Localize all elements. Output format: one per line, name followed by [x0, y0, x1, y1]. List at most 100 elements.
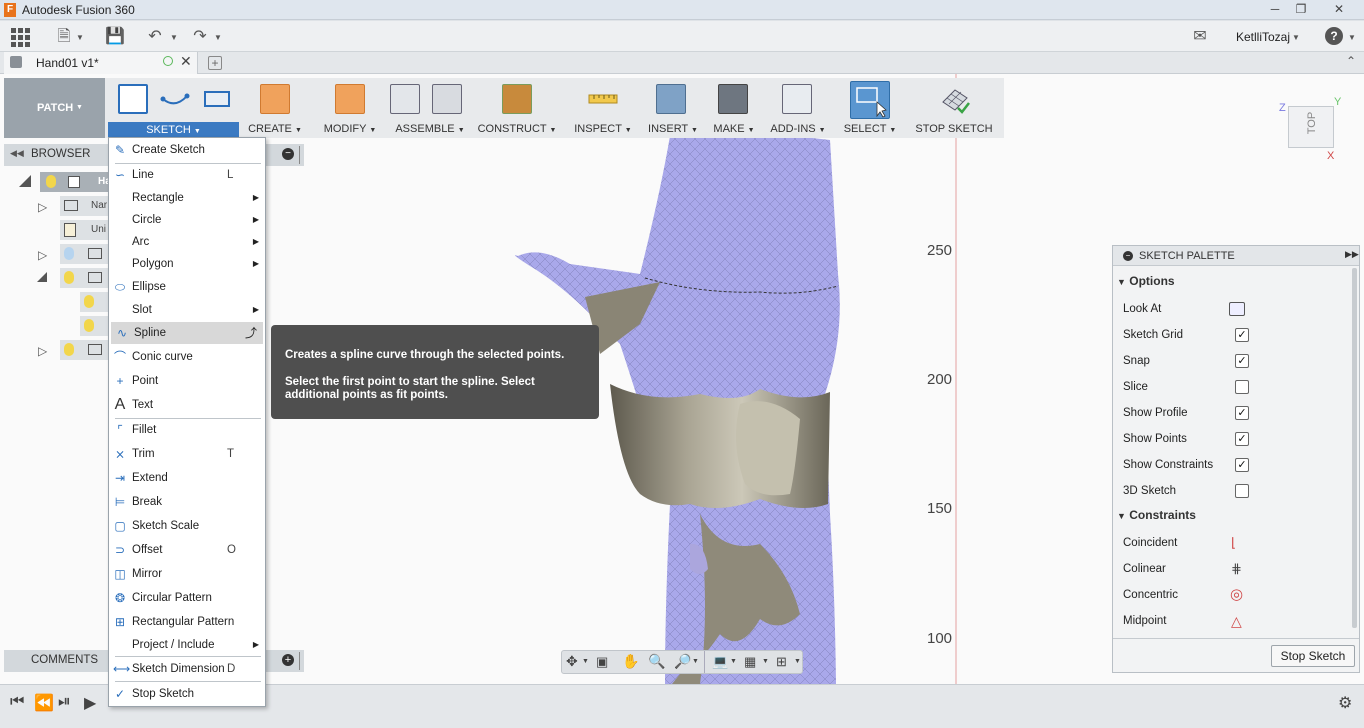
menu-item-point[interactable]: + Point — [109, 370, 265, 392]
notifications-icon[interactable]: ✉ — [1190, 27, 1210, 47]
collapse-caret-icon[interactable]: ⌃ — [1346, 54, 1356, 68]
display-dropdown-icon[interactable]: ▼ — [730, 658, 737, 665]
display-settings-icon[interactable]: 💻 — [712, 654, 728, 670]
stop-sketch-button[interactable]: Stop Sketch — [1271, 645, 1355, 667]
tree-row-root[interactable]: Ha — [40, 172, 111, 192]
step-back-icon[interactable]: ⏪ — [34, 693, 54, 713]
tree-row-named-views[interactable]: Nar — [60, 196, 108, 216]
menu-item-trim[interactable]: ⨯ Trim T — [109, 443, 265, 465]
workspace-switcher[interactable]: PATCH ▼ — [4, 78, 105, 138]
file-dropdown-icon[interactable]: ▼ — [76, 33, 84, 42]
sketch-group-label-bar[interactable]: SKETCH ▼ — [108, 122, 239, 138]
sketch-grid-checkbox[interactable]: ✓ — [1235, 328, 1249, 342]
save-icon[interactable]: 💾 — [105, 27, 125, 47]
pan-hand-icon[interactable]: ✋ — [622, 653, 639, 670]
coincident-icon[interactable]: ⌊ — [1231, 530, 1236, 556]
timeline-settings-gear-icon[interactable]: ⚙ — [1338, 693, 1352, 713]
menu-item-fillet[interactable]: ⌜ Fillet — [109, 419, 265, 441]
palette-header[interactable]: − SKETCH PALETTE ▶▶ — [1113, 246, 1359, 266]
palette-row-coincident[interactable]: Coincident ⌊ — [1123, 530, 1343, 556]
maximize-button[interactable]: ❐ — [1287, 0, 1315, 18]
go-to-start-icon[interactable]: ⏮ — [10, 693, 24, 711]
concentric-icon[interactable]: ◎ — [1230, 582, 1243, 608]
menu-item-break[interactable]: ⊨ Break — [109, 491, 265, 513]
visibility-bulb-icon[interactable] — [64, 343, 74, 356]
data-panel-grid-icon[interactable] — [10, 27, 30, 47]
grid-dropdown-icon[interactable]: ▼ — [762, 658, 769, 665]
document-tab[interactable]: Hand01 v1* ✕ — [4, 52, 198, 74]
visibility-bulb-icon[interactable] — [84, 295, 94, 308]
tree-expand-named-views-icon[interactable]: ▷ — [38, 200, 47, 214]
visibility-bulb-icon[interactable] — [64, 247, 74, 260]
menu-item-sketch-dimension[interactable]: ⟷ Sketch Dimension D — [109, 658, 265, 680]
help-icon[interactable]: ? — [1325, 27, 1343, 45]
redo-dropdown-icon[interactable]: ▼ — [214, 33, 222, 42]
menu-item-slot[interactable]: Slot ▶ — [109, 299, 265, 321]
midpoint-icon[interactable]: △ — [1231, 608, 1242, 634]
tree-expand-sketches-icon[interactable]: ▷ — [38, 344, 47, 358]
sketch-group[interactable]: SKETCH ▼ — [108, 78, 239, 138]
3d-sketch-checkbox[interactable] — [1235, 484, 1249, 498]
menu-item-conic-curve[interactable]: ⌒ Conic curve — [109, 346, 265, 368]
palette-minimize-icon[interactable]: − — [1123, 251, 1133, 261]
play-icon[interactable]: ⏯ — [58, 693, 71, 711]
menu-item-rectangular-pattern[interactable]: ⊞ Rectangular Pattern — [109, 611, 265, 633]
new-component-icon[interactable] — [390, 84, 420, 114]
menu-item-project-include[interactable]: Project / Include ▶ — [109, 634, 265, 656]
file-menu-icon[interactable]: 🗎 — [54, 27, 74, 47]
orbit-dropdown-icon[interactable]: ▼ — [582, 658, 589, 665]
close-window-button[interactable]: ✕ — [1325, 0, 1353, 18]
insert-group[interactable]: INSERT ▼ — [644, 78, 702, 138]
tree-row-bodies[interactable] — [60, 268, 108, 288]
menu-item-circle[interactable]: Circle ▶ — [109, 209, 265, 231]
show-points-checkbox[interactable]: ✓ — [1235, 432, 1249, 446]
menu-item-circular-pattern[interactable]: ❂ Circular Pattern — [109, 587, 265, 609]
snap-checkbox[interactable]: ✓ — [1235, 354, 1249, 368]
menu-item-line[interactable]: ∽ Line L — [109, 164, 265, 186]
options-section-header[interactable]: ▼ Options — [1117, 274, 1175, 288]
menu-item-create-sketch[interactable]: ✎ Create Sketch — [109, 139, 265, 161]
zoom-window-icon[interactable]: 🔎 — [674, 653, 691, 670]
3d-print-icon[interactable] — [718, 84, 748, 114]
zoom-dropdown-icon[interactable]: ▼ — [692, 658, 699, 665]
view-cube[interactable]: TOP — [1288, 106, 1334, 148]
tree-collapse-bodies-icon[interactable] — [37, 272, 47, 282]
browser-collapse-icon[interactable]: ◀◀ — [10, 148, 24, 159]
grid-settings-icon[interactable]: ▦ — [744, 654, 756, 670]
visibility-bulb-icon[interactable] — [46, 175, 56, 188]
menu-item-text[interactable]: A Text — [109, 394, 265, 416]
close-tab-icon[interactable]: ✕ — [180, 53, 192, 70]
stop-sketch-group[interactable]: STOP SKETCH — [910, 78, 998, 138]
colinear-icon[interactable]: ⋕ — [1231, 556, 1242, 582]
create-box-icon[interactable] — [260, 84, 290, 114]
modify-press-pull-icon[interactable] — [335, 84, 365, 114]
new-tab-button[interactable]: + — [208, 56, 222, 70]
user-account-menu[interactable]: KetlliTozaj — [1236, 30, 1290, 44]
modify-group[interactable]: MODIFY ▼ — [314, 78, 386, 138]
menu-item-sketch-scale[interactable]: ▢ Sketch Scale — [109, 515, 265, 537]
menu-item-polygon[interactable]: Polygon ▶ — [109, 253, 265, 275]
minimize-button[interactable]: ─ — [1261, 0, 1289, 18]
tree-row-body-2[interactable] — [80, 316, 108, 336]
tree-row-sketches[interactable] — [60, 340, 108, 360]
browser-minimize-icon[interactable]: − — [282, 148, 294, 160]
assemble-group[interactable]: ASSEMBLE ▼ — [386, 78, 474, 138]
select-group[interactable]: SELECT ▼ — [842, 78, 898, 138]
palette-expand-icon[interactable]: ▶▶ — [1345, 249, 1359, 260]
tree-row-body-1[interactable] — [80, 292, 108, 312]
palette-row-midpoint[interactable]: Midpoint △ — [1123, 608, 1343, 634]
palette-row-concentric[interactable]: Concentric ◎ — [1123, 582, 1343, 608]
menu-item-spline[interactable]: ∿ Spline ⤴ — [111, 322, 263, 344]
inspect-group[interactable]: INSPECT ▼ — [570, 78, 636, 138]
orbit-icon[interactable]: ✥ — [566, 653, 578, 670]
palette-scrollbar[interactable] — [1352, 268, 1357, 628]
tree-expand-origin-icon[interactable]: ▷ — [38, 248, 47, 262]
create-group[interactable]: CREATE ▼ — [246, 78, 304, 138]
tree-expand-icon[interactable] — [19, 175, 31, 187]
line-tool-icon[interactable] — [160, 84, 190, 114]
show-constraints-checkbox[interactable]: ✓ — [1235, 458, 1249, 472]
offset-plane-icon[interactable] — [502, 84, 532, 114]
redo-icon[interactable]: ↷ — [190, 27, 210, 47]
construct-group[interactable]: CONSTRUCT ▼ — [476, 78, 558, 138]
visibility-bulb-icon[interactable] — [84, 319, 94, 332]
